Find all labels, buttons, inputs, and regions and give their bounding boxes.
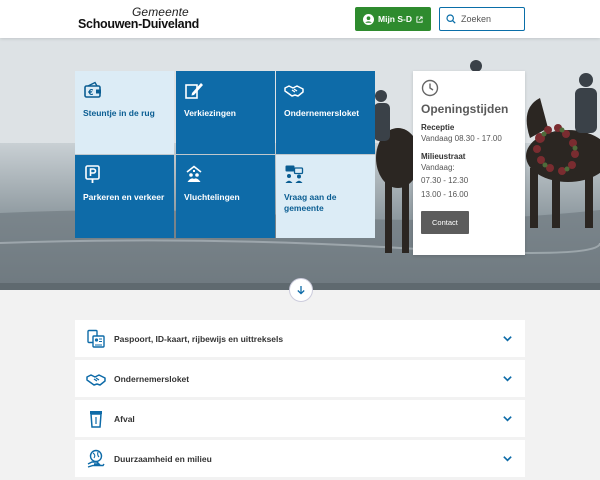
logo-line-2: Schouwen-Duiveland: [78, 17, 200, 31]
tile-parkeren-label: Parkeren en verkeer: [83, 192, 165, 202]
tile-vraag[interactable]: Vraag aan de gemeente: [276, 155, 375, 238]
parking-sign-icon: [85, 165, 100, 183]
tile-ondernemersloket-label: Ondernemersloket: [284, 108, 360, 118]
ballot-pen-icon: [185, 83, 203, 99]
user-icon: [363, 13, 374, 25]
tile-steuntje[interactable]: € Steuntje in de rug: [75, 71, 174, 154]
accordion-ondernemersloket-label: Ondernemersloket: [114, 373, 190, 384]
accordion-afval[interactable]: Afval: [75, 400, 525, 437]
refugee-house-icon: [186, 165, 202, 182]
milieustraat-today-label: Vandaag:: [421, 163, 455, 173]
external-link-icon: [416, 15, 423, 23]
milieustraat-title: Milieustraat: [421, 152, 466, 162]
search-icon[interactable]: [446, 14, 456, 24]
milieustraat-slot-2: 13.00 - 16.00: [421, 189, 469, 199]
handshake-icon: [86, 373, 106, 386]
tile-vluchtelingen[interactable]: Vluchtelingen: [176, 155, 275, 238]
milieustraat-slot-1: 07.30 - 12.30: [421, 176, 469, 186]
tile-verkiezingen[interactable]: Verkiezingen: [176, 71, 275, 154]
chat-people-icon: [285, 165, 304, 183]
handshake-icon: [284, 85, 304, 97]
accordion-duurzaamheid[interactable]: Duurzaamheid en milieu: [75, 440, 525, 477]
site-header: Gemeente Schouwen-Duiveland Mijn S-D: [0, 0, 600, 38]
tile-steuntje-label: Steuntje in de rug: [83, 108, 155, 118]
tile-vluchtelingen-label: Vluchtelingen: [184, 192, 240, 202]
search-box[interactable]: [439, 7, 525, 31]
contact-button[interactable]: Contact: [421, 210, 469, 234]
chevron-down-icon: [503, 336, 512, 342]
search-input[interactable]: [461, 14, 521, 24]
euro-wallet-icon: €: [84, 81, 101, 98]
site-logo[interactable]: Gemeente Schouwen-Duiveland: [78, 6, 199, 31]
accordion-paspoort-label: Paspoort, ID-kaart, rijbewijs en uittrek…: [114, 333, 284, 344]
globe-hand-icon: [87, 449, 105, 468]
accordion-paspoort[interactable]: Paspoort, ID-kaart, rijbewijs en uittrek…: [75, 320, 525, 357]
opening-hours-card: Openingstijden Receptie Vandaag 08.30 - …: [413, 71, 525, 255]
tile-parkeren[interactable]: Parkeren en verkeer: [75, 155, 174, 238]
tile-verkiezingen-label: Verkiezingen: [184, 108, 236, 118]
chevron-down-icon: [503, 456, 512, 462]
opening-hours-title: Openingstijden: [421, 102, 509, 116]
accordion-afval-label: Afval: [114, 413, 135, 424]
scroll-down-button[interactable]: [289, 278, 313, 302]
svg-text:€: €: [87, 88, 93, 97]
tile-vraag-label: Vraag aan de gemeente: [284, 192, 337, 214]
mijn-sd-button[interactable]: Mijn S-D: [355, 7, 431, 31]
reception-today: Vandaag 08.30 - 17.00: [421, 134, 502, 143]
arrow-down-icon: [297, 286, 305, 295]
reception-title: Receptie: [421, 123, 455, 132]
chevron-down-icon: [503, 416, 512, 422]
mijn-sd-label: Mijn S-D: [378, 14, 412, 24]
waste-bin-icon: [90, 410, 102, 428]
clock-icon: [421, 79, 439, 97]
tile-ondernemersloket[interactable]: Ondernemersloket: [276, 71, 375, 154]
accordion-duurzaamheid-label: Duurzaamheid en milieu: [114, 453, 212, 464]
accordion-ondernemersloket[interactable]: Ondernemersloket: [75, 360, 525, 397]
chevron-down-icon: [503, 376, 512, 382]
id-documents-icon: [87, 329, 105, 348]
